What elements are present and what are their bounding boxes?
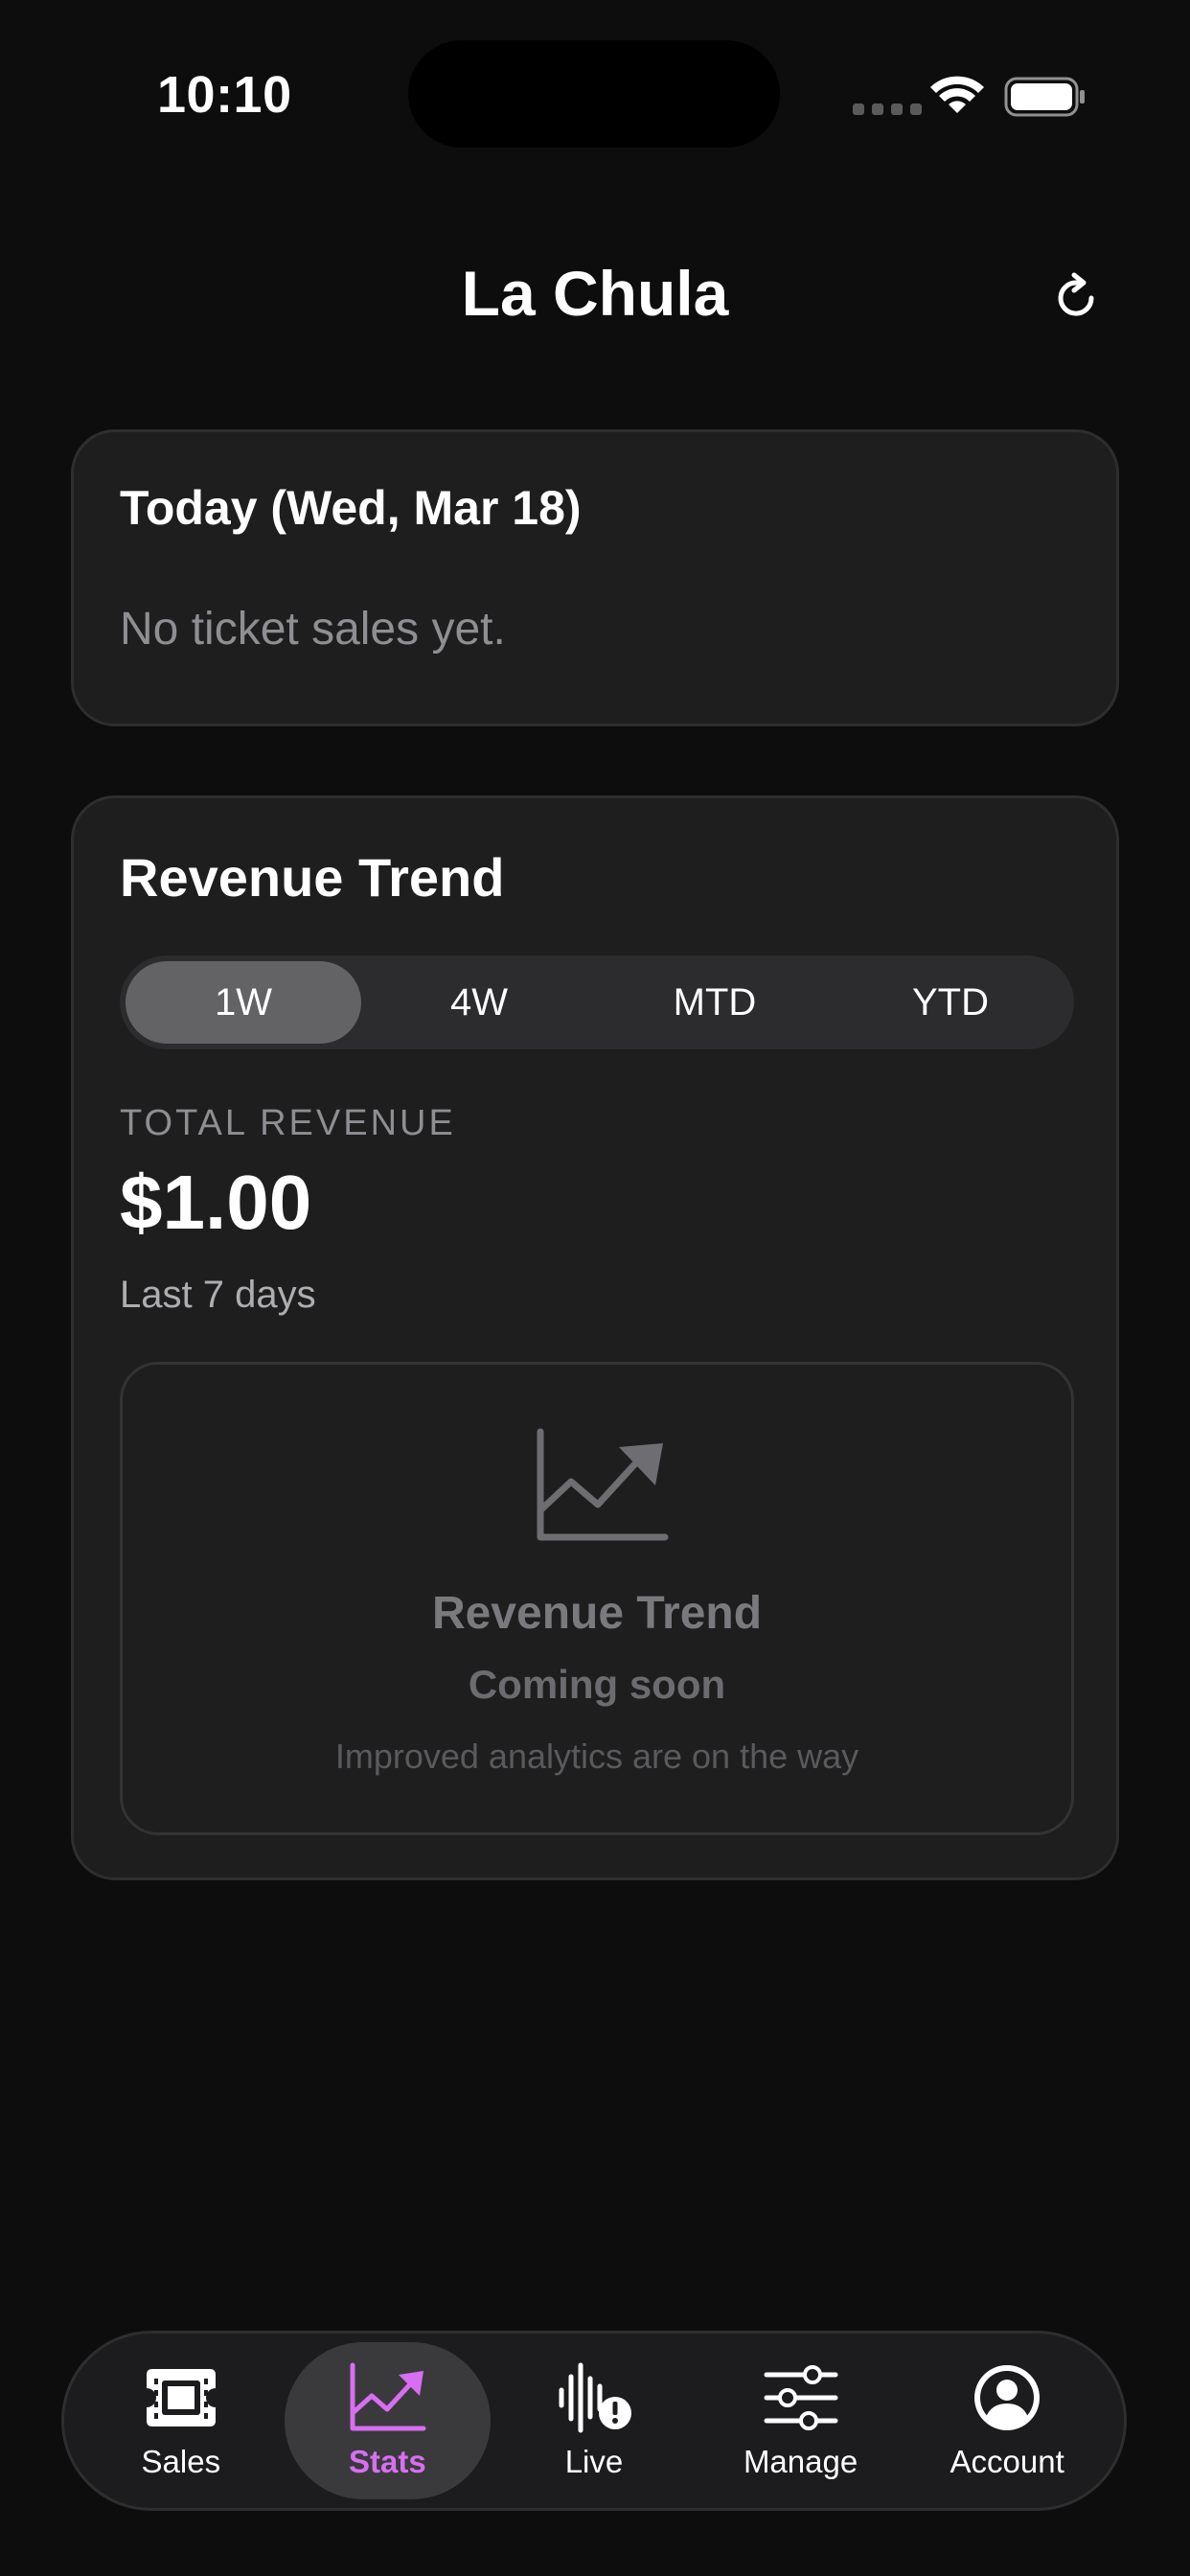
revenue-trend-title: Revenue Trend xyxy=(120,847,505,908)
tab-label: Sales xyxy=(141,2444,221,2479)
tab-label: Account xyxy=(950,2444,1064,2479)
battery-icon xyxy=(1004,77,1085,117)
range-mtd-button[interactable]: MTD xyxy=(597,961,833,1044)
range-ytd-button[interactable]: YTD xyxy=(833,961,1068,1044)
ticket-icon xyxy=(146,2369,216,2426)
total-revenue-period: Last 7 days xyxy=(120,1274,316,1316)
total-revenue-value: $1.00 xyxy=(120,1160,312,1245)
waveform-alert-icon xyxy=(559,2362,631,2433)
status-time: 10:10 xyxy=(157,66,292,124)
tab-label: Stats xyxy=(349,2444,426,2479)
today-empty-message: No ticket sales yet. xyxy=(120,604,506,655)
total-revenue-label: TOTAL REVENUE xyxy=(120,1103,456,1143)
chart-icon xyxy=(350,2362,426,2431)
range-4w-button[interactable]: 4W xyxy=(361,961,597,1044)
page-title: La Chula xyxy=(461,258,729,329)
range-segmented-control: 1W 4W MTD YTD xyxy=(120,955,1074,1049)
cellular-signal-icon xyxy=(853,104,922,115)
tab-label: Manage xyxy=(743,2444,858,2479)
revenue-trend-placeholder: Revenue Trend Coming soon Improved analy… xyxy=(120,1362,1074,1835)
refresh-icon xyxy=(1058,272,1094,316)
tab-bar: Sales Stats Live Manage Account xyxy=(61,2331,1127,2511)
chart-line-up-icon xyxy=(537,1428,669,1541)
person-circle-icon xyxy=(974,2365,1041,2430)
range-1w-button[interactable]: 1W xyxy=(126,961,361,1044)
sliders-icon xyxy=(764,2365,838,2430)
tab-sales[interactable]: Sales xyxy=(78,2342,285,2499)
tab-manage[interactable]: Manage xyxy=(698,2342,904,2499)
placeholder-title: Revenue Trend xyxy=(431,1588,763,1639)
dynamic-island xyxy=(408,40,780,148)
today-card: Today (Wed, Mar 18) No ticket sales yet. xyxy=(71,429,1119,726)
tab-stats[interactable]: Stats xyxy=(284,2342,492,2499)
placeholder-note: Improved analytics are on the way xyxy=(334,1736,859,1776)
revenue-trend-card: Revenue Trend 1W 4W MTD YTD TOTAL REVENU… xyxy=(71,795,1119,1880)
tab-label: Live xyxy=(564,2444,624,2479)
refresh-button[interactable] xyxy=(1044,266,1108,330)
tab-live[interactable]: Live xyxy=(491,2342,698,2499)
today-title: Today (Wed, Mar 18) xyxy=(120,481,582,535)
placeholder-subtitle: Coming soon xyxy=(468,1662,726,1707)
status-bar: 10:10 xyxy=(0,0,1190,192)
wifi-icon xyxy=(930,76,984,113)
tab-account[interactable]: Account xyxy=(904,2342,1110,2499)
